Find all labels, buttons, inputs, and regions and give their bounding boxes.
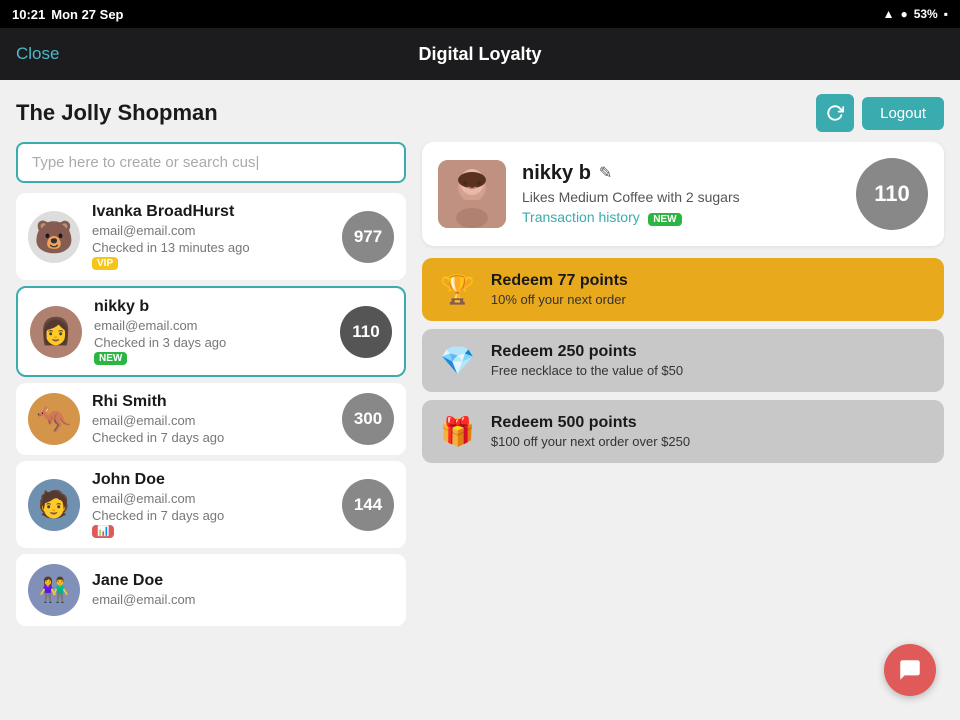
customer-email: email@email.com bbox=[92, 223, 330, 238]
customer-info: Jane Doe email@email.com bbox=[92, 572, 394, 609]
signal-icon: ● bbox=[900, 7, 907, 21]
badge-row: VIP bbox=[92, 257, 330, 270]
customer-info: John Doe email@email.com Checked in 7 da… bbox=[92, 471, 330, 538]
battery-icon: ▪ bbox=[944, 7, 948, 21]
avatar: 🧑 bbox=[28, 479, 80, 531]
right-panel: nikky b ✎ Likes Medium Coffee with 2 sug… bbox=[422, 142, 944, 704]
new-badge: NEW bbox=[94, 352, 127, 365]
redeem-title: Redeem 250 points bbox=[491, 343, 683, 361]
customer-name: Rhi Smith bbox=[92, 393, 330, 411]
list-item[interactable]: 🧑 John Doe email@email.com Checked in 7 … bbox=[16, 461, 406, 548]
points-circle: 144 bbox=[342, 479, 394, 531]
selected-name-row: nikky b ✎ bbox=[522, 162, 840, 185]
customer-email: email@email.com bbox=[92, 413, 330, 428]
redeem-title: Redeem 500 points bbox=[491, 414, 690, 432]
badge-row: NEW bbox=[94, 352, 328, 365]
wifi-icon: ▲ bbox=[883, 7, 895, 21]
status-bar: 10:21 Mon 27 Sep ▲ ● 53% ▪ bbox=[0, 0, 960, 28]
customer-checked: Checked in 7 days ago bbox=[92, 430, 330, 445]
redeem-item[interactable]: 🏆 Redeem 77 points 10% off your next ord… bbox=[422, 258, 944, 321]
refresh-icon bbox=[826, 104, 844, 122]
avatar: 👩 bbox=[30, 306, 82, 358]
redeem-subtitle: Free necklace to the value of $50 bbox=[491, 363, 683, 378]
redeem-text: Redeem 500 points $100 off your next ord… bbox=[491, 414, 690, 449]
redeem-subtitle: $100 off your next order over $250 bbox=[491, 434, 690, 449]
avatar: 🐻 bbox=[28, 211, 80, 263]
close-button[interactable]: Close bbox=[16, 44, 59, 64]
edit-icon[interactable]: ✎ bbox=[599, 163, 612, 183]
customer-email: email@email.com bbox=[94, 318, 328, 333]
avatar: 🦘 bbox=[28, 393, 80, 445]
points-circle: 300 bbox=[342, 393, 394, 445]
chart-badge: 📊 bbox=[92, 525, 114, 538]
status-time: 10:21 bbox=[12, 7, 45, 22]
customer-name: nikky b bbox=[94, 298, 328, 316]
battery-level: 53% bbox=[914, 7, 938, 21]
shop-name: The Jolly Shopman bbox=[16, 100, 218, 126]
status-left: 10:21 Mon 27 Sep bbox=[12, 7, 124, 22]
left-panel: 🐻 Ivanka BroadHurst email@email.com Chec… bbox=[16, 142, 406, 704]
avatar: 👫 bbox=[28, 564, 80, 616]
selected-avatar bbox=[438, 160, 506, 228]
vip-badge: VIP bbox=[92, 257, 118, 270]
selected-preference: Likes Medium Coffee with 2 sugars bbox=[522, 189, 840, 205]
chat-icon bbox=[897, 657, 923, 683]
two-column-layout: 🐻 Ivanka BroadHurst email@email.com Chec… bbox=[0, 142, 960, 720]
customer-name: Jane Doe bbox=[92, 572, 394, 590]
gift-icon: 🎁 bbox=[440, 415, 475, 448]
list-item[interactable]: 👫 Jane Doe email@email.com bbox=[16, 554, 406, 626]
avatar-woman-icon bbox=[438, 160, 506, 228]
redeem-item[interactable]: 🎁 Redeem 500 points $100 off your next o… bbox=[422, 400, 944, 463]
selected-customer-card: nikky b ✎ Likes Medium Coffee with 2 sug… bbox=[422, 142, 944, 246]
diamond-icon: 💎 bbox=[440, 344, 475, 377]
customer-checked: Checked in 13 minutes ago bbox=[92, 240, 330, 255]
customer-checked: Checked in 3 days ago bbox=[94, 335, 328, 350]
selected-customer-name: nikky b bbox=[522, 162, 591, 185]
list-item[interactable]: 🦘 Rhi Smith email@email.com Checked in 7… bbox=[16, 383, 406, 455]
redeem-subtitle: 10% off your next order bbox=[491, 292, 628, 307]
refresh-button[interactable] bbox=[816, 94, 854, 132]
woman-svg bbox=[438, 160, 506, 228]
nav-title: Digital Loyalty bbox=[418, 44, 541, 65]
redeem-item[interactable]: 💎 Redeem 250 points Free necklace to the… bbox=[422, 329, 944, 392]
status-right: ▲ ● 53% ▪ bbox=[883, 7, 948, 21]
badge-row: 📊 bbox=[92, 525, 330, 538]
customer-list: 🐻 Ivanka BroadHurst email@email.com Chec… bbox=[16, 193, 406, 704]
redeem-title: Redeem 77 points bbox=[491, 272, 628, 290]
selected-info: nikky b ✎ Likes Medium Coffee with 2 sug… bbox=[522, 162, 840, 227]
customer-info: nikky b email@email.com Checked in 3 day… bbox=[94, 298, 328, 365]
points-circle: 110 bbox=[340, 306, 392, 358]
trophy-icon: 🏆 bbox=[440, 273, 475, 306]
new-badge-inline: NEW bbox=[648, 213, 681, 226]
search-input[interactable] bbox=[16, 142, 406, 183]
transaction-history-link[interactable]: Transaction history bbox=[522, 209, 640, 225]
redeem-list: 🏆 Redeem 77 points 10% off your next ord… bbox=[422, 258, 944, 463]
redeem-text: Redeem 250 points Free necklace to the v… bbox=[491, 343, 683, 378]
main-content: The Jolly Shopman Logout 🐻 Ivanka BroadH… bbox=[0, 80, 960, 720]
shop-actions: Logout bbox=[816, 94, 944, 132]
shop-header: The Jolly Shopman Logout bbox=[0, 80, 960, 142]
points-circle: 977 bbox=[342, 211, 394, 263]
selected-points-circle: 110 bbox=[856, 158, 928, 230]
redeem-text: Redeem 77 points 10% off your next order bbox=[491, 272, 628, 307]
customer-name: Ivanka BroadHurst bbox=[92, 203, 330, 221]
nav-bar: Close Digital Loyalty bbox=[0, 28, 960, 80]
list-item[interactable]: 🐻 Ivanka BroadHurst email@email.com Chec… bbox=[16, 193, 406, 280]
customer-info: Rhi Smith email@email.com Checked in 7 d… bbox=[92, 393, 330, 445]
customer-info: Ivanka BroadHurst email@email.com Checke… bbox=[92, 203, 330, 270]
status-date: Mon 27 Sep bbox=[51, 7, 123, 22]
list-item[interactable]: 👩 nikky b email@email.com Checked in 3 d… bbox=[16, 286, 406, 377]
transaction-row: Transaction history NEW bbox=[522, 209, 840, 227]
customer-checked: Checked in 7 days ago bbox=[92, 508, 330, 523]
customer-name: John Doe bbox=[92, 471, 330, 489]
chat-bubble-button[interactable] bbox=[884, 644, 936, 696]
customer-email: email@email.com bbox=[92, 491, 330, 506]
customer-email: email@email.com bbox=[92, 592, 394, 607]
logout-button[interactable]: Logout bbox=[862, 97, 944, 130]
